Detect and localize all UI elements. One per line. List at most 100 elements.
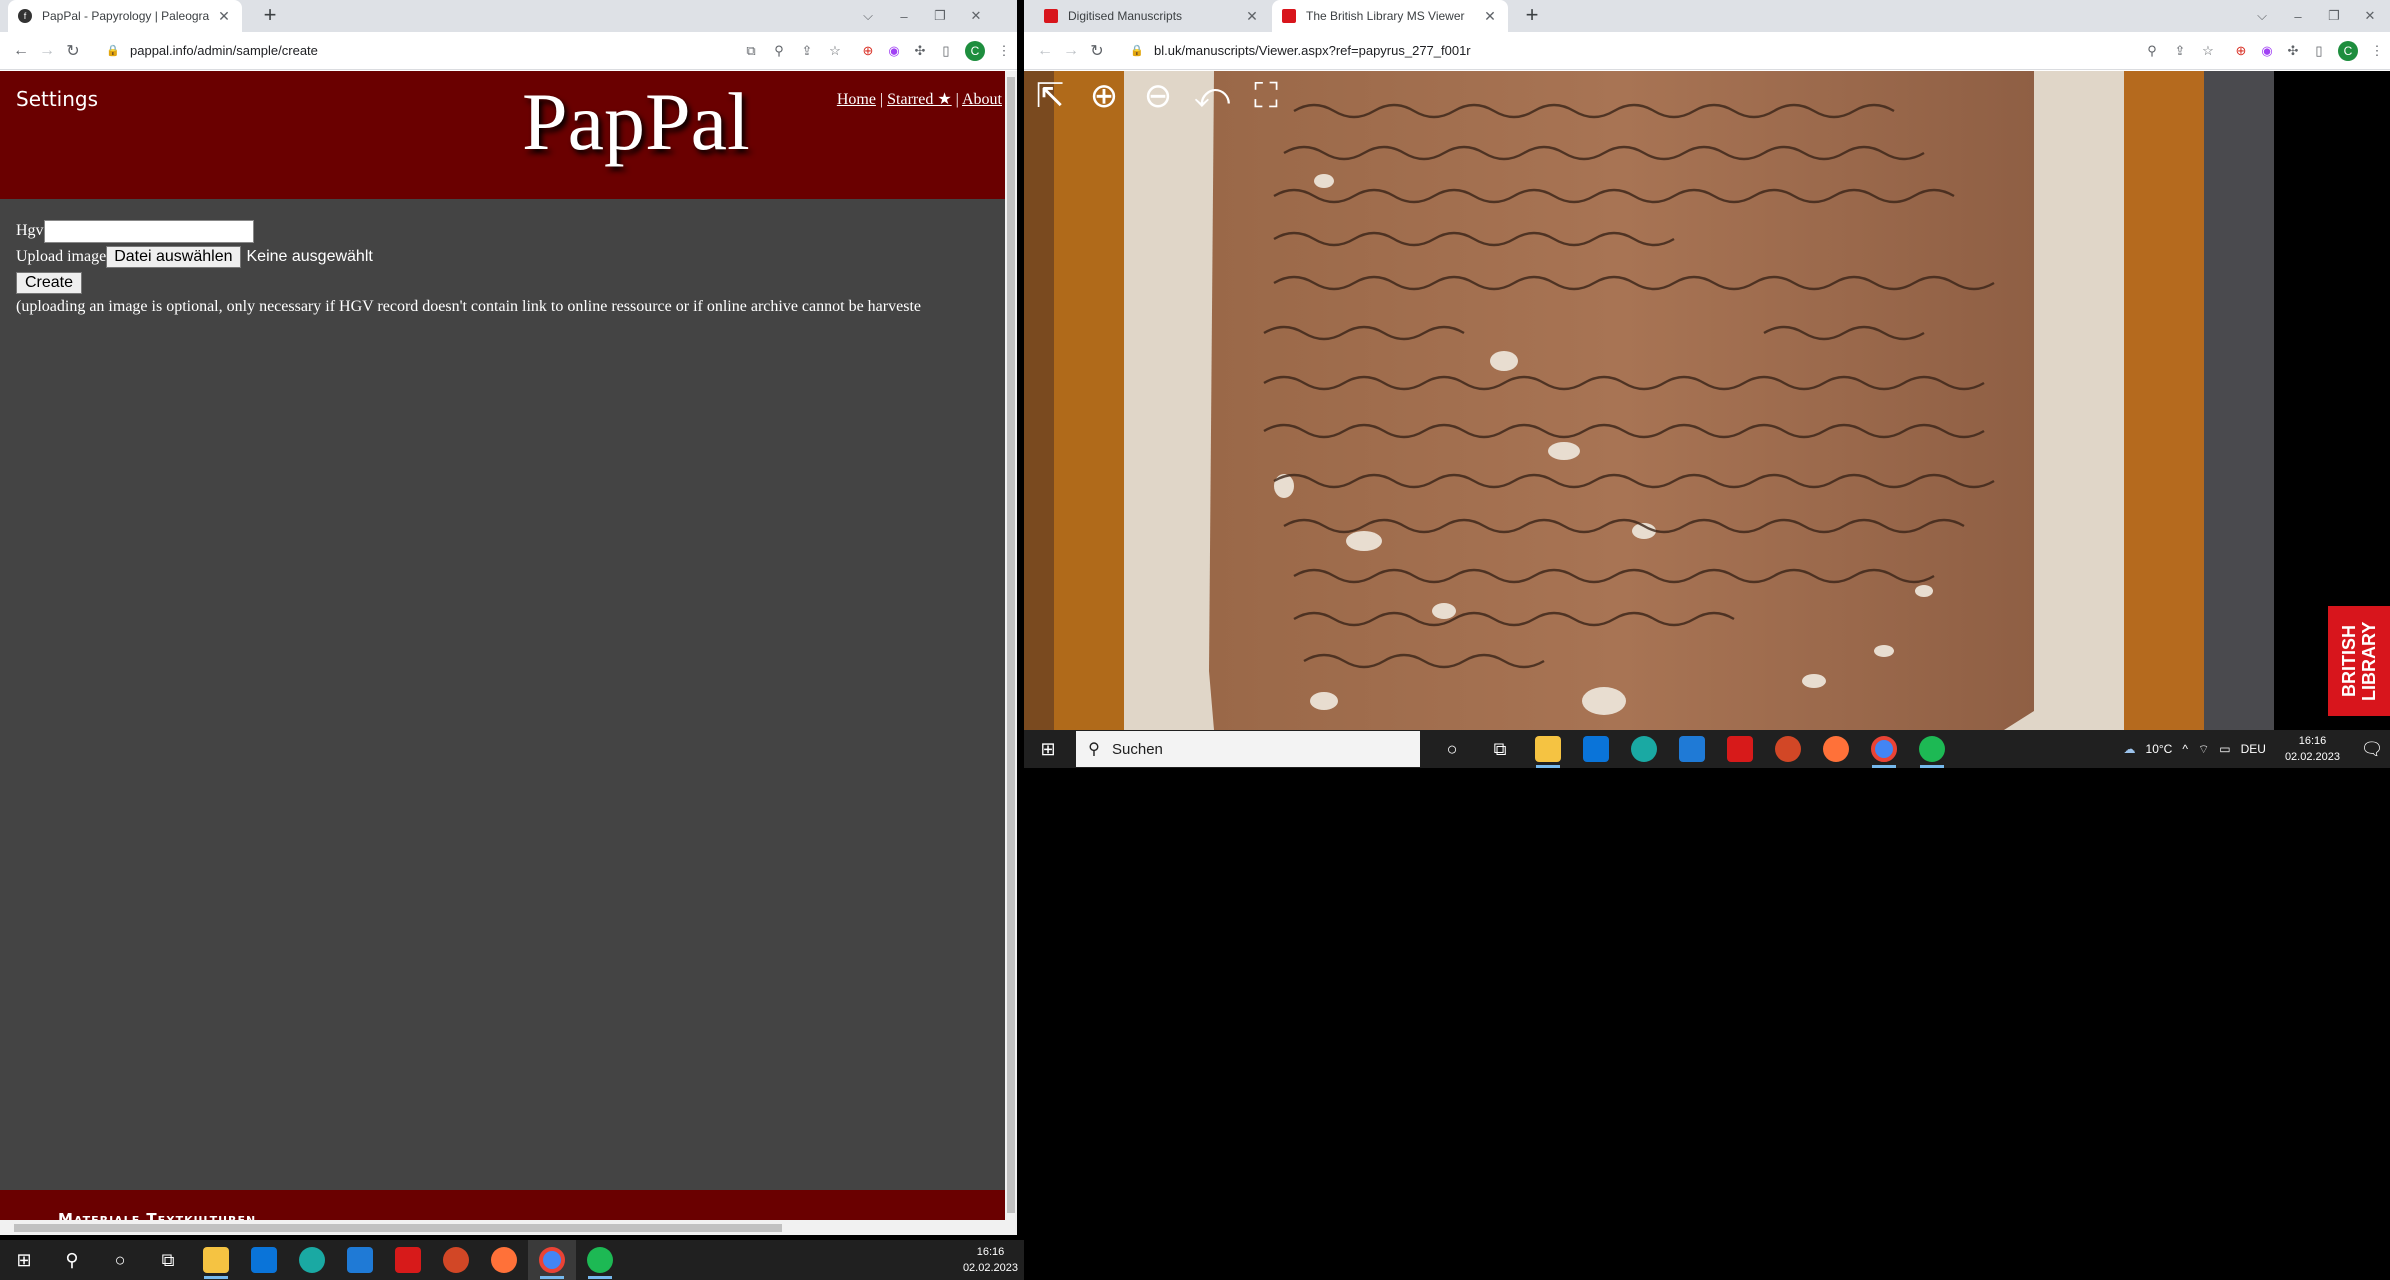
tab-bl-viewer[interactable]: The British Library MS Viewer ✕ xyxy=(1272,0,1508,32)
address-bar[interactable]: 🔒 pappal.info/admin/sample/create ⧉ ⚲ ⇪ … xyxy=(92,37,849,65)
powerpoint-icon[interactable] xyxy=(1764,729,1812,769)
minimize-icon[interactable]: – xyxy=(2280,9,2316,24)
bl-favicon-icon xyxy=(1282,9,1296,23)
menu-icon[interactable]: ⋮ xyxy=(991,43,1017,59)
nav-home[interactable]: Home xyxy=(837,91,876,108)
new-tab-button[interactable]: + xyxy=(258,4,282,28)
sidebar-icon[interactable]: ▯ xyxy=(2306,43,2332,59)
avatar[interactable]: C xyxy=(965,40,985,61)
close-icon[interactable]: ✕ xyxy=(216,8,232,25)
file-explorer-icon[interactable] xyxy=(1524,729,1572,769)
close-window-icon[interactable]: ✕ xyxy=(958,8,994,24)
minimize-icon[interactable]: – xyxy=(886,9,922,24)
create-button[interactable]: Create xyxy=(16,272,83,294)
url-text[interactable]: pappal.info/admin/sample/create xyxy=(130,43,737,58)
language-indicator[interactable]: DEU xyxy=(2241,742,2266,756)
battery-icon[interactable]: ▭ xyxy=(2219,742,2230,756)
windows-start-icon[interactable]: ⊞ xyxy=(0,1240,48,1280)
horizontal-scrollbar[interactable] xyxy=(0,1220,1005,1235)
restore-icon[interactable]: ❐ xyxy=(2316,8,2352,24)
taskbar-clock[interactable]: 16:16 02.02.2023 xyxy=(2285,733,2340,765)
store-icon[interactable] xyxy=(240,1240,288,1280)
address-bar[interactable]: 🔒 bl.uk/manuscripts/Viewer.aspx?ref=papy… xyxy=(1116,37,2222,65)
powerpoint-icon[interactable] xyxy=(432,1240,480,1280)
close-icon[interactable]: ✕ xyxy=(1482,8,1498,25)
tab-digitised-manuscripts[interactable]: Digitised Manuscripts ✕ xyxy=(1034,0,1270,32)
nav-starred[interactable]: Starred ★ xyxy=(887,91,952,108)
notification-icon[interactable]: 🗨 xyxy=(2354,729,2390,769)
fullscreen-icon[interactable]: ⛶ xyxy=(1242,73,1290,121)
forward-icon[interactable]: → xyxy=(1058,42,1084,60)
close-icon[interactable]: ✕ xyxy=(1244,8,1260,25)
extension-icon[interactable]: ⊕ xyxy=(855,43,881,59)
restore-icon[interactable]: ❐ xyxy=(922,8,958,24)
reload-icon[interactable]: ↻ xyxy=(1084,41,1110,61)
tab-pappal[interactable]: f PapPal - Papyrology | Paleograph ✕ xyxy=(8,0,242,32)
avatar[interactable]: C xyxy=(2338,40,2358,61)
forward-icon[interactable]: → xyxy=(34,42,60,60)
share-icon[interactable]: ⇪ xyxy=(793,43,821,59)
back-icon[interactable]: ← xyxy=(1032,42,1058,60)
rotate-icon[interactable]: ⤺ xyxy=(1188,73,1236,121)
puzzle-icon[interactable]: ✣ xyxy=(907,43,933,59)
weather-cloud-icon[interactable]: ☁ xyxy=(2124,742,2136,756)
chevron-up-icon[interactable]: ^ xyxy=(2182,742,2188,756)
taskbar-clock[interactable]: 16:16 02.02.2023 xyxy=(963,1244,1018,1276)
exit-icon[interactable]: ⇱ xyxy=(1026,73,1074,121)
hgv-input[interactable] xyxy=(43,219,254,243)
network-icon[interactable]: ⌔ xyxy=(2198,742,2209,757)
spotify-icon[interactable] xyxy=(1908,729,1956,769)
url-text[interactable]: bl.uk/manuscripts/Viewer.aspx?ref=papyru… xyxy=(1154,43,2138,58)
extension-icon[interactable]: ◉ xyxy=(2254,43,2280,59)
right-taskbar: ⊞ ⚲ Suchen ○ ⧉ ☁ 10°C ^ ⌔ ▭ DEU 16:16 02… xyxy=(1024,730,2390,768)
firefox-icon[interactable] xyxy=(480,1240,528,1280)
share-icon[interactable]: ⇪ xyxy=(2166,43,2194,59)
extension-icon[interactable]: ◉ xyxy=(881,43,907,59)
zoom-out-icon[interactable]: ⊖ xyxy=(1134,73,1182,121)
bookmark-star-icon[interactable]: ☆ xyxy=(821,43,849,59)
puzzle-icon[interactable]: ✣ xyxy=(2280,43,2306,59)
zoom-in-icon[interactable]: ⊕ xyxy=(1080,73,1128,121)
menu-icon[interactable]: ⋮ xyxy=(2364,43,2390,59)
translate-icon[interactable]: ⧉ xyxy=(737,43,765,59)
vertical-scrollbar[interactable] xyxy=(1005,71,1017,1235)
scrollbar-thumb[interactable] xyxy=(1007,77,1015,1213)
windows-start-icon[interactable]: ⊞ xyxy=(1024,729,1072,769)
chevron-down-icon[interactable]: ⌵ xyxy=(850,8,886,24)
file-explorer-icon[interactable] xyxy=(192,1240,240,1280)
zoom-icon[interactable]: ⚲ xyxy=(765,43,793,59)
chevron-down-icon[interactable]: ⌵ xyxy=(2244,8,2280,24)
british-library-logo[interactable]: BRITISH LIBRARY xyxy=(2328,606,2390,716)
close-window-icon[interactable]: ✕ xyxy=(2352,8,2388,24)
chrome-icon[interactable] xyxy=(528,1240,576,1280)
task-view-icon[interactable]: ⧉ xyxy=(1476,729,1524,769)
mail-icon[interactable] xyxy=(336,1240,384,1280)
task-view-icon[interactable]: ⧉ xyxy=(144,1240,192,1280)
cortana-icon[interactable]: ○ xyxy=(96,1240,144,1280)
edge-icon[interactable] xyxy=(288,1240,336,1280)
new-tab-button[interactable]: + xyxy=(1520,4,1544,28)
edge-icon[interactable] xyxy=(1620,729,1668,769)
weather-temp[interactable]: 10°C xyxy=(2146,742,2173,756)
reload-icon[interactable]: ↻ xyxy=(60,41,86,61)
bookmark-star-icon[interactable]: ☆ xyxy=(2194,43,2222,59)
firefox-icon[interactable] xyxy=(1812,729,1860,769)
search-icon[interactable]: ⚲ xyxy=(48,1240,96,1280)
chrome-icon[interactable] xyxy=(1860,729,1908,769)
choose-file-button[interactable]: Datei auswählen xyxy=(106,246,241,268)
sidebar-icon[interactable]: ▯ xyxy=(933,43,959,59)
extension-icon[interactable]: ⊕ xyxy=(2228,43,2254,59)
store-icon[interactable] xyxy=(1572,729,1620,769)
acrobat-icon[interactable] xyxy=(384,1240,432,1280)
manuscript-viewer[interactable]: ⇱ ⊕ ⊖ ⤺ ⛶ BRITISH LIBRARY xyxy=(1024,71,2390,730)
cortana-icon[interactable]: ○ xyxy=(1428,729,1476,769)
zoom-icon[interactable]: ⚲ xyxy=(2138,43,2166,59)
settings-link[interactable]: Settings xyxy=(16,87,98,111)
taskbar-search[interactable]: ⚲ Suchen xyxy=(1076,731,1420,767)
scrollbar-thumb[interactable] xyxy=(14,1224,782,1232)
nav-about[interactable]: About xyxy=(962,91,1002,108)
spotify-icon[interactable] xyxy=(576,1240,624,1280)
back-icon[interactable]: ← xyxy=(8,42,34,60)
acrobat-icon[interactable] xyxy=(1716,729,1764,769)
mail-icon[interactable] xyxy=(1668,729,1716,769)
